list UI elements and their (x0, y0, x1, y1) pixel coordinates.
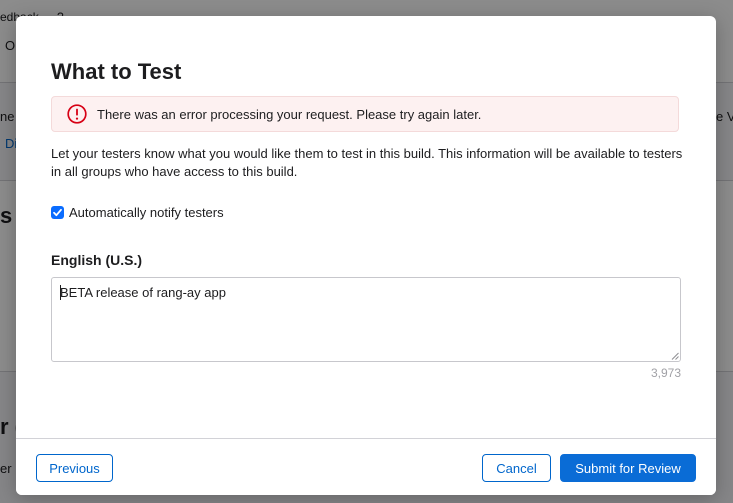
dialog-title: What to Test (51, 59, 182, 84)
error-banner: There was an error processing your reque… (51, 96, 679, 132)
textarea-value: BETA release of rang-ay app (60, 285, 226, 300)
checkmark-icon (53, 208, 62, 217)
cancel-button[interactable]: Cancel (482, 454, 551, 482)
what-to-test-dialog: What to Test There was an error processi… (16, 16, 716, 495)
dialog-description: Let your testers know what you would lik… (51, 146, 683, 179)
text-caret (60, 285, 61, 300)
resize-handle-icon[interactable] (671, 352, 679, 360)
error-message: There was an error processing your reque… (97, 107, 482, 122)
what-to-test-textarea[interactable]: BETA release of rang-ay app (51, 277, 681, 362)
notify-testers-label[interactable]: Automatically notify testers (69, 205, 224, 220)
character-count: 3,973 (650, 366, 681, 380)
dialog-footer: Previous Cancel Submit for Review (16, 438, 716, 495)
submit-for-review-button[interactable]: Submit for Review (560, 454, 696, 482)
notify-testers-checkbox[interactable] (51, 206, 64, 219)
previous-button[interactable]: Previous (36, 454, 113, 482)
exclamation-circle-icon (67, 104, 87, 124)
locale-label: English (U.S.) (51, 252, 142, 268)
